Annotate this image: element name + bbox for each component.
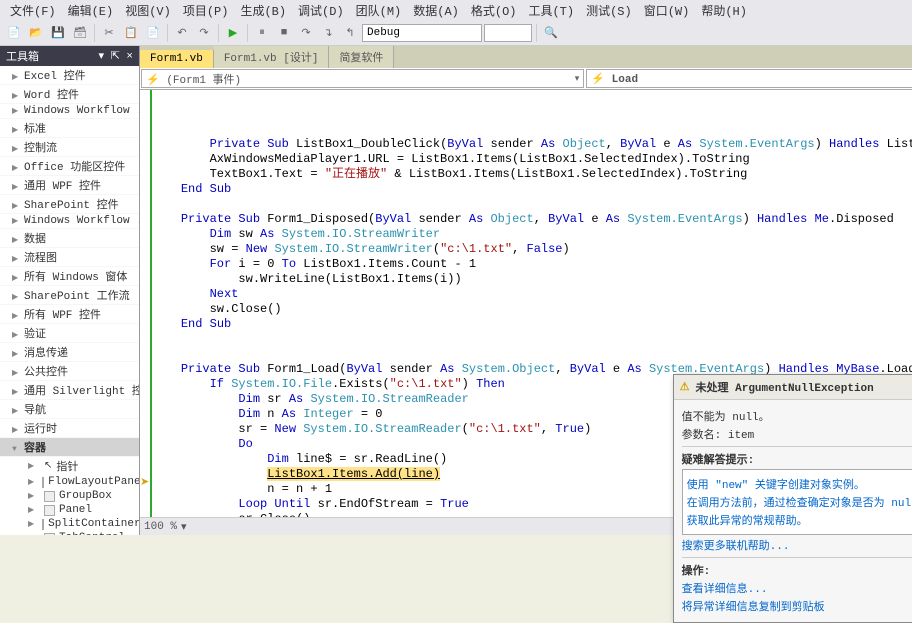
menu-item[interactable]: 格式(O)	[465, 2, 523, 19]
copy-detail-link[interactable]: 将异常详细信息复制到剪贴板	[682, 598, 912, 614]
cut-icon[interactable]: ✂	[99, 23, 119, 43]
platform-combo[interactable]	[484, 24, 532, 42]
tree-sub-item[interactable]: FlowLayoutPanel	[0, 475, 139, 489]
current-line-arrow: ➤	[140, 476, 149, 491]
save-all-icon[interactable]: 🗃	[70, 23, 90, 43]
panel-controls[interactable]: ▾ ⇱ ×	[98, 49, 133, 63]
tree-item[interactable]: 流程图	[0, 248, 139, 267]
hint-link[interactable]: 在调用方法前，通过检查确定对象是否为 null。	[687, 494, 912, 510]
editor-area: Form1.vbForm1.vb [设计]简复软件 ⚡ (Form1 事件)▾ …	[140, 46, 912, 535]
tree-item[interactable]: 验证	[0, 324, 139, 343]
menu-item[interactable]: 生成(B)	[234, 2, 292, 19]
tree-item[interactable]: 容器	[0, 438, 139, 457]
chevron-down-icon: ▾	[575, 74, 580, 84]
tree-sub-item[interactable]: SplitContainer	[0, 517, 139, 531]
menu-item[interactable]: 项目(P)	[177, 2, 235, 19]
redo-icon[interactable]: ↷	[194, 23, 214, 43]
menu-item[interactable]: 窗口(W)	[638, 2, 696, 19]
play-icon[interactable]: ▶	[223, 23, 243, 43]
toolbox-panel: 工具箱 ▾ ⇱ × Excel 控件Word 控件Windows Workflo…	[0, 46, 140, 535]
doc-tab[interactable]: Form1.vb	[140, 50, 214, 68]
toolbox-tree[interactable]: Excel 控件Word 控件Windows Workflow ...标准控制流…	[0, 66, 139, 535]
new-icon[interactable]: 📄	[4, 23, 24, 43]
open-icon[interactable]: 📂	[26, 23, 46, 43]
tree-item[interactable]: 所有 Windows 窗体	[0, 267, 139, 286]
tree-item[interactable]: 运行时	[0, 419, 139, 438]
menu-item[interactable]: 团队(M)	[350, 2, 408, 19]
menu-item[interactable]: 编辑(E)	[62, 2, 120, 19]
hint-link[interactable]: 获取此异常的常规帮助。	[687, 512, 912, 528]
tree-sub-item[interactable]: Panel	[0, 503, 139, 517]
menu-item[interactable]: 帮助(H)	[695, 2, 753, 19]
tree-item[interactable]: Office 功能区控件	[0, 157, 139, 176]
tree-item[interactable]: 所有 WPF 控件	[0, 305, 139, 324]
member-dropdowns: ⚡ (Form1 事件)▾ ⚡ Load▾	[140, 68, 912, 90]
tree-sub-item[interactable]: ↖ 指针	[0, 457, 139, 475]
tree-sub-item[interactable]: GroupBox	[0, 489, 139, 503]
method-dropdown[interactable]: ⚡ Load▾	[586, 69, 912, 88]
step-icon[interactable]: ↷	[296, 23, 316, 43]
doc-tab[interactable]: Form1.vb [设计]	[214, 46, 330, 68]
tree-item[interactable]: 通用 WPF 控件	[0, 176, 139, 195]
menu-item[interactable]: 视图(V)	[119, 2, 177, 19]
tree-sub-item[interactable]: TabControl	[0, 531, 139, 535]
doc-tabs: Form1.vbForm1.vb [设计]简复软件	[140, 46, 912, 68]
tree-item[interactable]: SharePoint 控件	[0, 195, 139, 214]
warning-icon: ⚠	[680, 380, 690, 394]
save-icon[interactable]: 💾	[48, 23, 68, 43]
copy-icon[interactable]: 📋	[121, 23, 141, 43]
menu-item[interactable]: 调试(D)	[292, 2, 350, 19]
tree-item[interactable]: Word 控件	[0, 85, 139, 104]
tree-item[interactable]: Windows Workflow ...	[0, 214, 139, 229]
view-detail-link[interactable]: 查看详细信息...	[682, 580, 912, 596]
search-help-link[interactable]: 搜索更多联机帮助...	[682, 537, 912, 553]
find-icon[interactable]: 🔍	[541, 23, 561, 43]
tree-item[interactable]: 导航	[0, 400, 139, 419]
menu-item[interactable]: 文件(F)	[4, 2, 62, 19]
menu-item[interactable]: 数据(A)	[407, 2, 465, 19]
pause-icon[interactable]: ⏸	[252, 23, 272, 43]
step-over-icon[interactable]: ↴	[318, 23, 338, 43]
undo-icon[interactable]: ↶	[172, 23, 192, 43]
tree-item[interactable]: Excel 控件	[0, 66, 139, 85]
tree-item[interactable]: 控制流	[0, 138, 139, 157]
tree-item[interactable]: 数据	[0, 229, 139, 248]
chevron-down-icon: ▾	[181, 520, 187, 534]
hint-link[interactable]: 使用 "new" 关键字创建对象实例。	[687, 476, 912, 492]
tree-item[interactable]: 公共控件	[0, 362, 139, 381]
menu-item[interactable]: 测试(S)	[580, 2, 638, 19]
doc-tab[interactable]: 简复软件	[329, 46, 394, 68]
class-dropdown[interactable]: ⚡ (Form1 事件)▾	[141, 69, 584, 88]
tree-item[interactable]: 消息传递	[0, 343, 139, 362]
menu-item[interactable]: 工具(T)	[522, 2, 580, 19]
exception-popup: ⚠未处理 ArgumentNullException × 值不能为 null。 …	[673, 374, 912, 623]
tree-item[interactable]: SharePoint 工作流	[0, 286, 139, 305]
stop-icon[interactable]: ■	[274, 23, 294, 43]
menu-bar: 文件(F)编辑(E)视图(V)项目(P)生成(B)调试(D)团队(M)数据(A)…	[0, 0, 912, 20]
tree-item[interactable]: 标准	[0, 119, 139, 138]
toolbar: 📄 📂 💾 🗃 ✂ 📋 📄 ↶ ↷ ▶ ⏸ ■ ↷ ↴ ↰ Debug 🔍	[0, 20, 912, 46]
paste-icon[interactable]: 📄	[143, 23, 163, 43]
toolbox-title: 工具箱 ▾ ⇱ ×	[0, 46, 139, 66]
config-combo[interactable]: Debug	[362, 24, 482, 42]
tree-item[interactable]: 通用 Silverlight 控件	[0, 381, 139, 400]
tree-item[interactable]: Windows Workflow ...	[0, 104, 139, 119]
step-out-icon[interactable]: ↰	[340, 23, 360, 43]
